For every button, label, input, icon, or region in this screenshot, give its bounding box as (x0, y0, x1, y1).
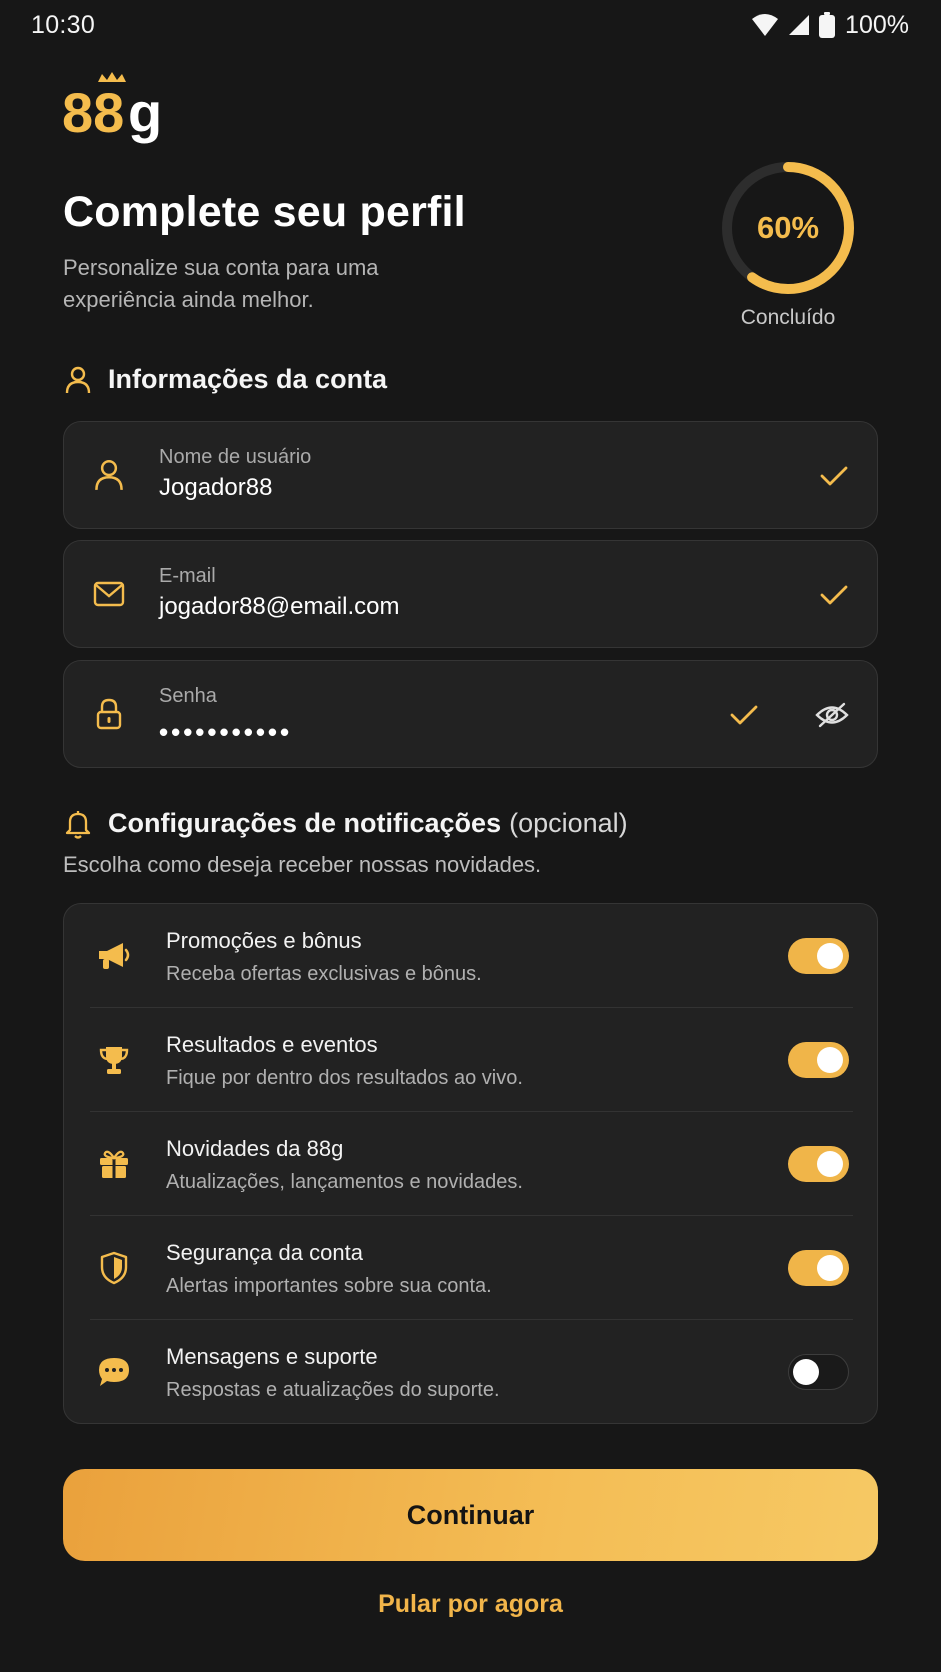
trophy-icon (96, 1042, 132, 1078)
notifications-section-title: Configurações de notificações (108, 808, 502, 838)
user-icon (92, 458, 126, 492)
account-section-header: Informações da conta (63, 364, 387, 395)
username-field[interactable]: Nome de usuário Jogador88 (63, 421, 878, 529)
notification-description: Respostas e atualizações do suporte. (166, 1379, 500, 1401)
notification-description: Fique por dentro dos resultados ao vivo. (166, 1067, 523, 1089)
username-value[interactable]: Jogador88 (159, 474, 272, 502)
chat-icon (96, 1354, 132, 1390)
notification-description: Receba ofertas exclusivas e bônus. (166, 963, 482, 985)
notification-title: Promoções e bônus (166, 928, 362, 953)
notification-title: Novidades da 88g (166, 1136, 344, 1161)
eye-off-icon[interactable] (814, 697, 850, 733)
email-label: E-mail (159, 565, 216, 587)
toggle-knob (817, 1047, 843, 1073)
megaphone-icon (96, 938, 132, 974)
bell-icon (63, 809, 93, 839)
svg-text:88: 88 (62, 81, 124, 144)
status-bar: 10:30 100% (0, 0, 941, 50)
page-title: Complete seu perfil (63, 188, 466, 236)
optional-label: (opcional) (509, 808, 628, 838)
check-icon (728, 699, 760, 731)
toggle-knob (817, 1151, 843, 1177)
notification-row-promocoes: Promoções e bônus Receba ofertas exclusi… (64, 904, 879, 1008)
promocoes-toggle[interactable] (788, 938, 849, 974)
check-icon (818, 460, 850, 492)
novidades-toggle[interactable] (788, 1146, 849, 1182)
notification-row-seguranca: Segurança da conta Alertas importantes s… (64, 1216, 879, 1320)
battery-percentage: 100% (845, 10, 909, 39)
toggle-knob (793, 1359, 819, 1385)
mensagens-toggle[interactable] (788, 1354, 849, 1390)
mail-icon (92, 577, 126, 611)
notifications-card: Promoções e bônus Receba ofertas exclusi… (63, 903, 878, 1424)
status-icons: 100% (751, 11, 909, 40)
notification-description: Atualizações, lançamentos e novidades. (166, 1171, 523, 1193)
skip-link[interactable]: Pular por agora (63, 1590, 878, 1619)
password-field[interactable]: Senha ••••••••••• (63, 660, 878, 768)
notifications-description: Escolha como deseja receber nossas novid… (63, 852, 542, 877)
user-icon (63, 365, 93, 395)
check-icon (818, 579, 850, 611)
notification-row-resultados: Resultados e eventos Fique por dentro do… (64, 1008, 879, 1112)
notification-title: Mensagens e suporte (166, 1344, 378, 1369)
brand-logo: 88 g (62, 72, 182, 152)
notification-title: Resultados e eventos (166, 1032, 378, 1057)
status-time: 10:30 (31, 10, 96, 39)
toggle-knob (817, 943, 843, 969)
progress-caption: Concluído (740, 306, 836, 329)
seguranca-toggle[interactable] (788, 1250, 849, 1286)
email-value[interactable]: jogador88@email.com (159, 593, 399, 621)
svg-text:g: g (128, 81, 162, 144)
notification-title: Segurança da conta (166, 1240, 363, 1265)
battery-icon (819, 12, 836, 38)
progress-percentage: 60% (756, 210, 820, 245)
password-value[interactable]: ••••••••••• (159, 717, 292, 748)
lock-icon (92, 697, 126, 731)
password-label: Senha (159, 685, 217, 707)
signal-icon (787, 13, 811, 37)
notification-row-mensagens: Mensagens e suporte Respostas e atualiza… (64, 1320, 879, 1424)
notification-row-novidades: Novidades da 88g Atualizações, lançament… (64, 1112, 879, 1216)
continue-button[interactable]: Continuar (63, 1469, 878, 1561)
gift-icon (96, 1146, 132, 1182)
notifications-section-header: Configurações de notificações (opcional) (63, 808, 628, 839)
resultados-toggle[interactable] (788, 1042, 849, 1078)
account-section-title: Informações da conta (108, 364, 388, 394)
username-label: Nome de usuário (159, 446, 312, 468)
wifi-icon (751, 13, 779, 37)
shield-icon (96, 1250, 132, 1286)
email-field[interactable]: E-mail jogador88@email.com (63, 540, 878, 648)
toggle-knob (817, 1255, 843, 1281)
page-subtitle: Personalize sua conta para uma experiênc… (63, 255, 379, 312)
notification-description: Alertas importantes sobre sua conta. (166, 1275, 492, 1297)
